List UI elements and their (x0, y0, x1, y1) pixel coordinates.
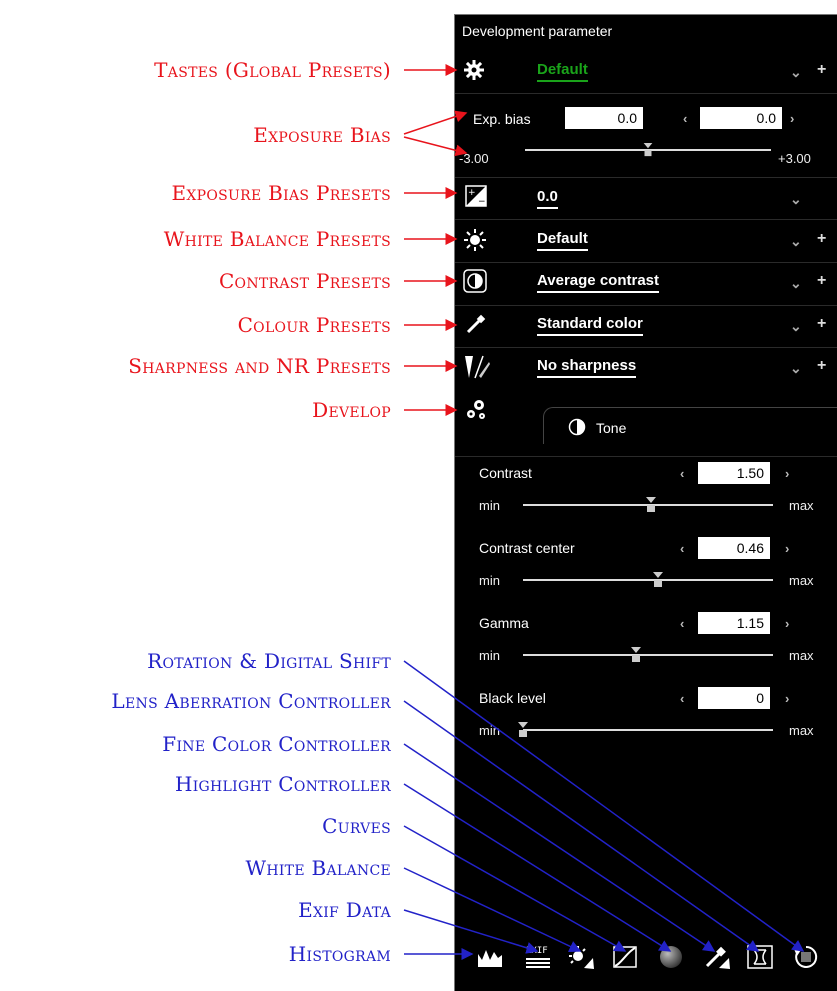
connector-exif (403, 909, 539, 954)
connector-fine-color (403, 743, 716, 952)
connector-white-balance (403, 867, 582, 952)
connector-exp-bias-2 (403, 136, 468, 157)
connector-exp-bias-1 (403, 110, 468, 135)
connector-lens (403, 700, 760, 952)
connector-rotation (403, 660, 805, 952)
connector-curves (403, 825, 627, 952)
annotation-connectors (403, 64, 805, 960)
connector-highlight (403, 783, 672, 952)
